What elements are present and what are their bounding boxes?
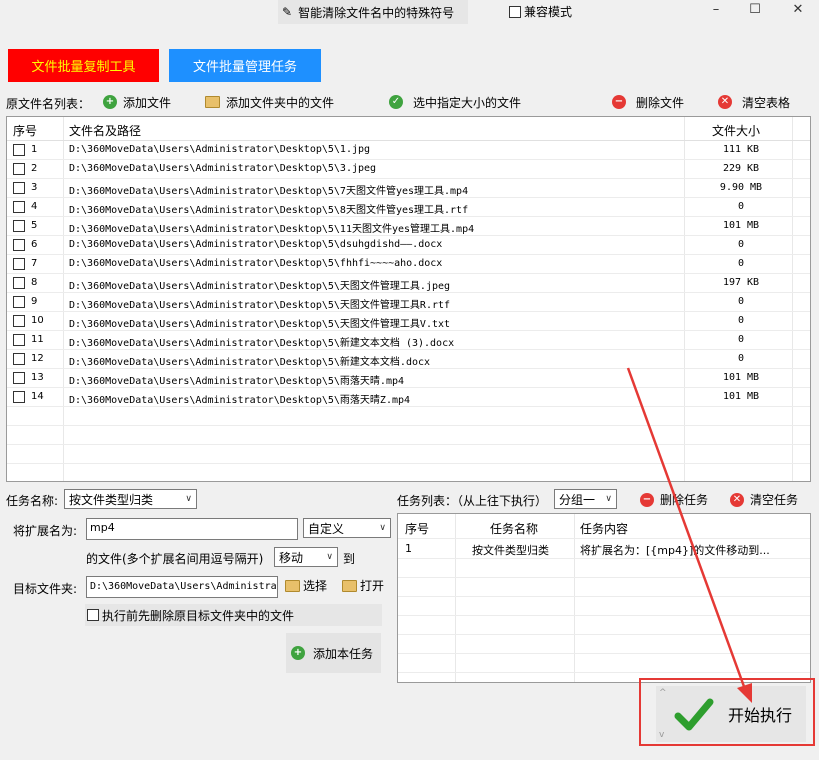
annotation-arrow [626, 367, 752, 703]
